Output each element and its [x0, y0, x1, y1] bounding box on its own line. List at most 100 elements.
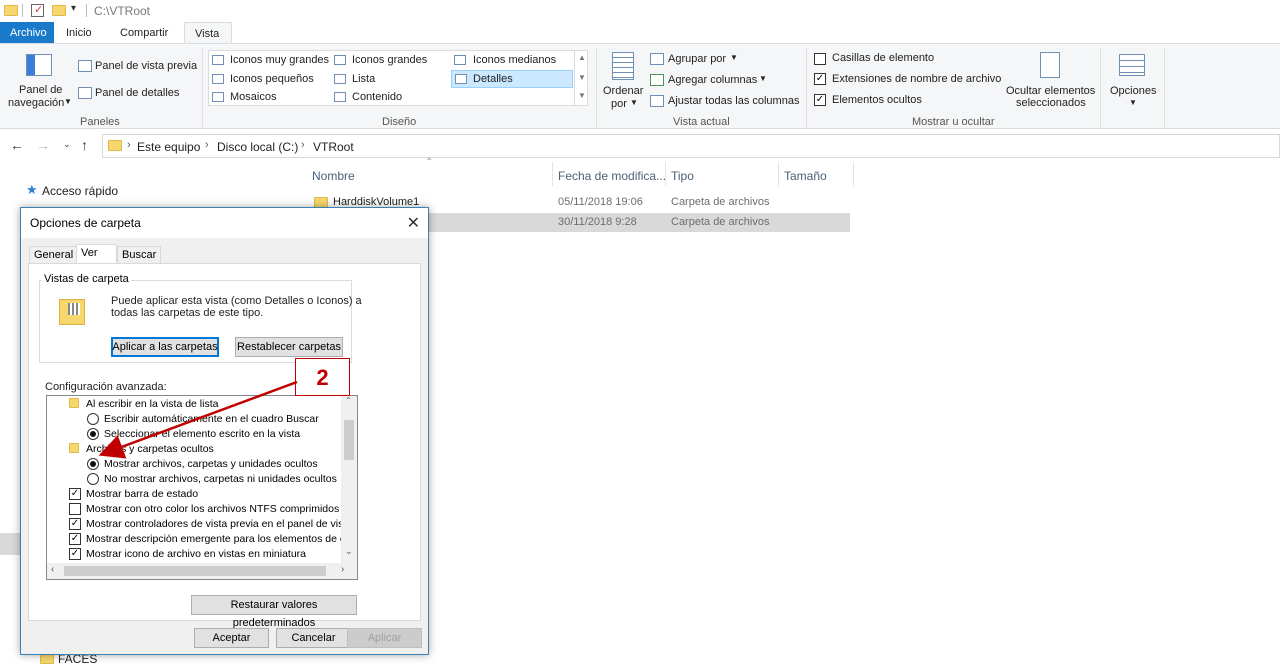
details-pane-button[interactable]: Panel de detalles [95, 87, 179, 99]
file-date: 30/11/2018 9:28 [558, 216, 637, 228]
details-icon [455, 74, 467, 84]
layout-medium-icons[interactable]: Iconos medianos [473, 54, 556, 66]
sort-by-button[interactable]: Ordenar por ▼ [600, 50, 646, 114]
apply-to-folders-button[interactable]: Aplicar a las carpetas [111, 337, 219, 357]
group-label-layout: Diseño [382, 116, 417, 128]
tab-ver[interactable]: Ver [76, 244, 117, 264]
chevron-right-icon[interactable]: › [341, 564, 344, 575]
ok-button[interactable]: Aceptar [194, 628, 269, 648]
navigation-pane-button[interactable]: Panel de navegación ▼ [6, 50, 72, 112]
folder-icon [69, 443, 79, 453]
column-date[interactable]: Fecha de modifica... [558, 169, 666, 183]
gallery-scrollbar[interactable]: ▲ ▼ ▼ [574, 51, 588, 105]
layout-tiles[interactable]: Mosaicos [230, 91, 276, 103]
fit-columns-button[interactable]: Ajustar todas las columnas [668, 95, 799, 107]
advanced-item-label: Mostrar archivos, carpetas y unidades oc… [104, 458, 318, 470]
column-separator[interactable] [665, 162, 666, 186]
preview-pane-button[interactable]: Panel de vista previa [95, 60, 197, 72]
scrollbar-thumb[interactable] [64, 566, 326, 576]
chevron-up-icon[interactable]: ⌃ [345, 396, 352, 405]
hidden-items-checkbox[interactable]: ✓ [814, 94, 826, 106]
chevron-down-icon[interactable]: ▼ [578, 73, 586, 82]
sort-indicator-icon: ⌃ [425, 157, 434, 168]
tab-general[interactable]: General [29, 246, 79, 264]
vertical-scrollbar[interactable]: ⌃ ⌄ [341, 396, 357, 564]
fit-columns-icon [650, 95, 664, 107]
group-by-button[interactable]: Agrupar por [668, 53, 726, 65]
expand-gallery-icon[interactable]: ▼ [578, 91, 586, 100]
layout-large-icons[interactable]: Iconos grandes [352, 54, 427, 66]
item-checkboxes-checkbox[interactable] [814, 53, 826, 65]
restore-defaults-button[interactable]: Restaurar valores predeterminados [191, 595, 357, 629]
tab-compartir[interactable]: Compartir [110, 22, 178, 44]
column-separator[interactable] [552, 162, 553, 186]
column-separator[interactable] [853, 162, 854, 186]
checkbox[interactable]: ✓ [69, 518, 81, 530]
forward-icon[interactable]: → [36, 137, 50, 153]
layout-list[interactable]: Lista [352, 73, 375, 85]
nav-selected-highlight [0, 533, 20, 555]
chevron-right-icon[interactable]: › [127, 139, 131, 151]
group-label-current-view: Vista actual [673, 116, 730, 128]
layout-extra-large-icons[interactable]: Iconos muy grandes [230, 54, 329, 66]
advanced-item-label: Archivos y carpetas ocultos [86, 443, 214, 455]
checkbox[interactable]: ✓ [69, 488, 81, 500]
chevron-up-icon[interactable]: ▲ [578, 53, 586, 62]
column-size[interactable]: Tamaño [784, 169, 827, 183]
chevron-left-icon[interactable]: ‹ [51, 564, 54, 575]
chevron-right-icon[interactable]: › [301, 139, 305, 151]
radio-button-selected[interactable] [87, 428, 99, 440]
up-icon[interactable]: ↑ [81, 137, 88, 153]
advanced-item-label: Al escribir en la vista de lista [86, 398, 219, 410]
hide-selected-icon [1040, 52, 1060, 78]
advanced-item-label: Mostrar controladores de vista previa en… [86, 518, 353, 530]
item-checkboxes-label: Casillas de elemento [832, 52, 935, 64]
customize-qat-icon[interactable]: ▾ [71, 3, 76, 14]
preview-pane-icon [78, 60, 92, 72]
chevron-down-icon: ▼ [630, 98, 638, 107]
back-icon[interactable]: ← [10, 137, 24, 153]
layout-content[interactable]: Contenido [352, 91, 402, 103]
advanced-item-label: Escribir automáticamente en el cuadro Bu… [104, 413, 319, 425]
checkbox[interactable] [69, 503, 81, 515]
options-button[interactable]: Opciones ▼ [1106, 50, 1160, 112]
extra-large-icons-icon [212, 55, 224, 65]
radio-button[interactable] [87, 473, 99, 485]
address-bar[interactable]: › Este equipo › Disco local (C:) › VTRoo… [102, 134, 1280, 158]
radio-button[interactable] [87, 413, 99, 425]
tab-vista[interactable]: Vista [184, 22, 232, 44]
breadcrumb-vtroot[interactable]: VTRoot [313, 140, 354, 154]
group-separator [1100, 48, 1101, 128]
group-separator [1164, 48, 1165, 128]
hide-selected-button[interactable]: Ocultar elementos seleccionados [1004, 50, 1098, 112]
scrollbar-thumb[interactable] [344, 420, 354, 460]
reset-folders-button[interactable]: Restablecer carpetas [235, 337, 343, 357]
advanced-settings-list[interactable]: Al escribir en la vista de lista Escribi… [46, 395, 358, 580]
chevron-right-icon[interactable]: › [205, 139, 209, 151]
layout-small-icons[interactable]: Iconos pequeños [230, 73, 314, 85]
cancel-button[interactable]: Cancelar [276, 628, 351, 648]
layout-details-selected[interactable]: Detalles [451, 70, 573, 88]
add-columns-button[interactable]: Agregar columnas [668, 74, 757, 86]
column-separator[interactable] [778, 162, 779, 186]
checkbox[interactable]: ✓ [69, 548, 81, 560]
column-name[interactable]: Nombre [312, 169, 355, 183]
checkbox[interactable]: ✓ [69, 533, 81, 545]
tab-inicio[interactable]: Inicio [56, 22, 102, 44]
radio-button-selected[interactable] [87, 458, 99, 470]
chevron-down-icon[interactable]: ⌄ [345, 546, 353, 557]
folder-icon [4, 5, 18, 16]
file-extensions-checkbox[interactable]: ✓ [814, 73, 826, 85]
column-type[interactable]: Tipo [671, 169, 694, 183]
breadcrumb-this-pc[interactable]: Este equipo [137, 140, 200, 154]
breadcrumb-local-disk[interactable]: Disco local (C:) [217, 140, 298, 154]
new-folder-icon[interactable] [52, 5, 66, 16]
horizontal-scrollbar[interactable]: ‹ › [47, 563, 357, 579]
nav-quick-access[interactable]: Acceso rápido [42, 184, 118, 198]
close-icon[interactable]: ✕ [407, 213, 420, 233]
folder-views-icon [59, 299, 85, 325]
recent-locations-icon[interactable]: ⌄ [63, 139, 71, 150]
tab-archivo[interactable]: Archivo [0, 22, 54, 44]
properties-icon[interactable]: ✓ [31, 4, 44, 17]
tab-buscar[interactable]: Buscar [117, 246, 162, 264]
